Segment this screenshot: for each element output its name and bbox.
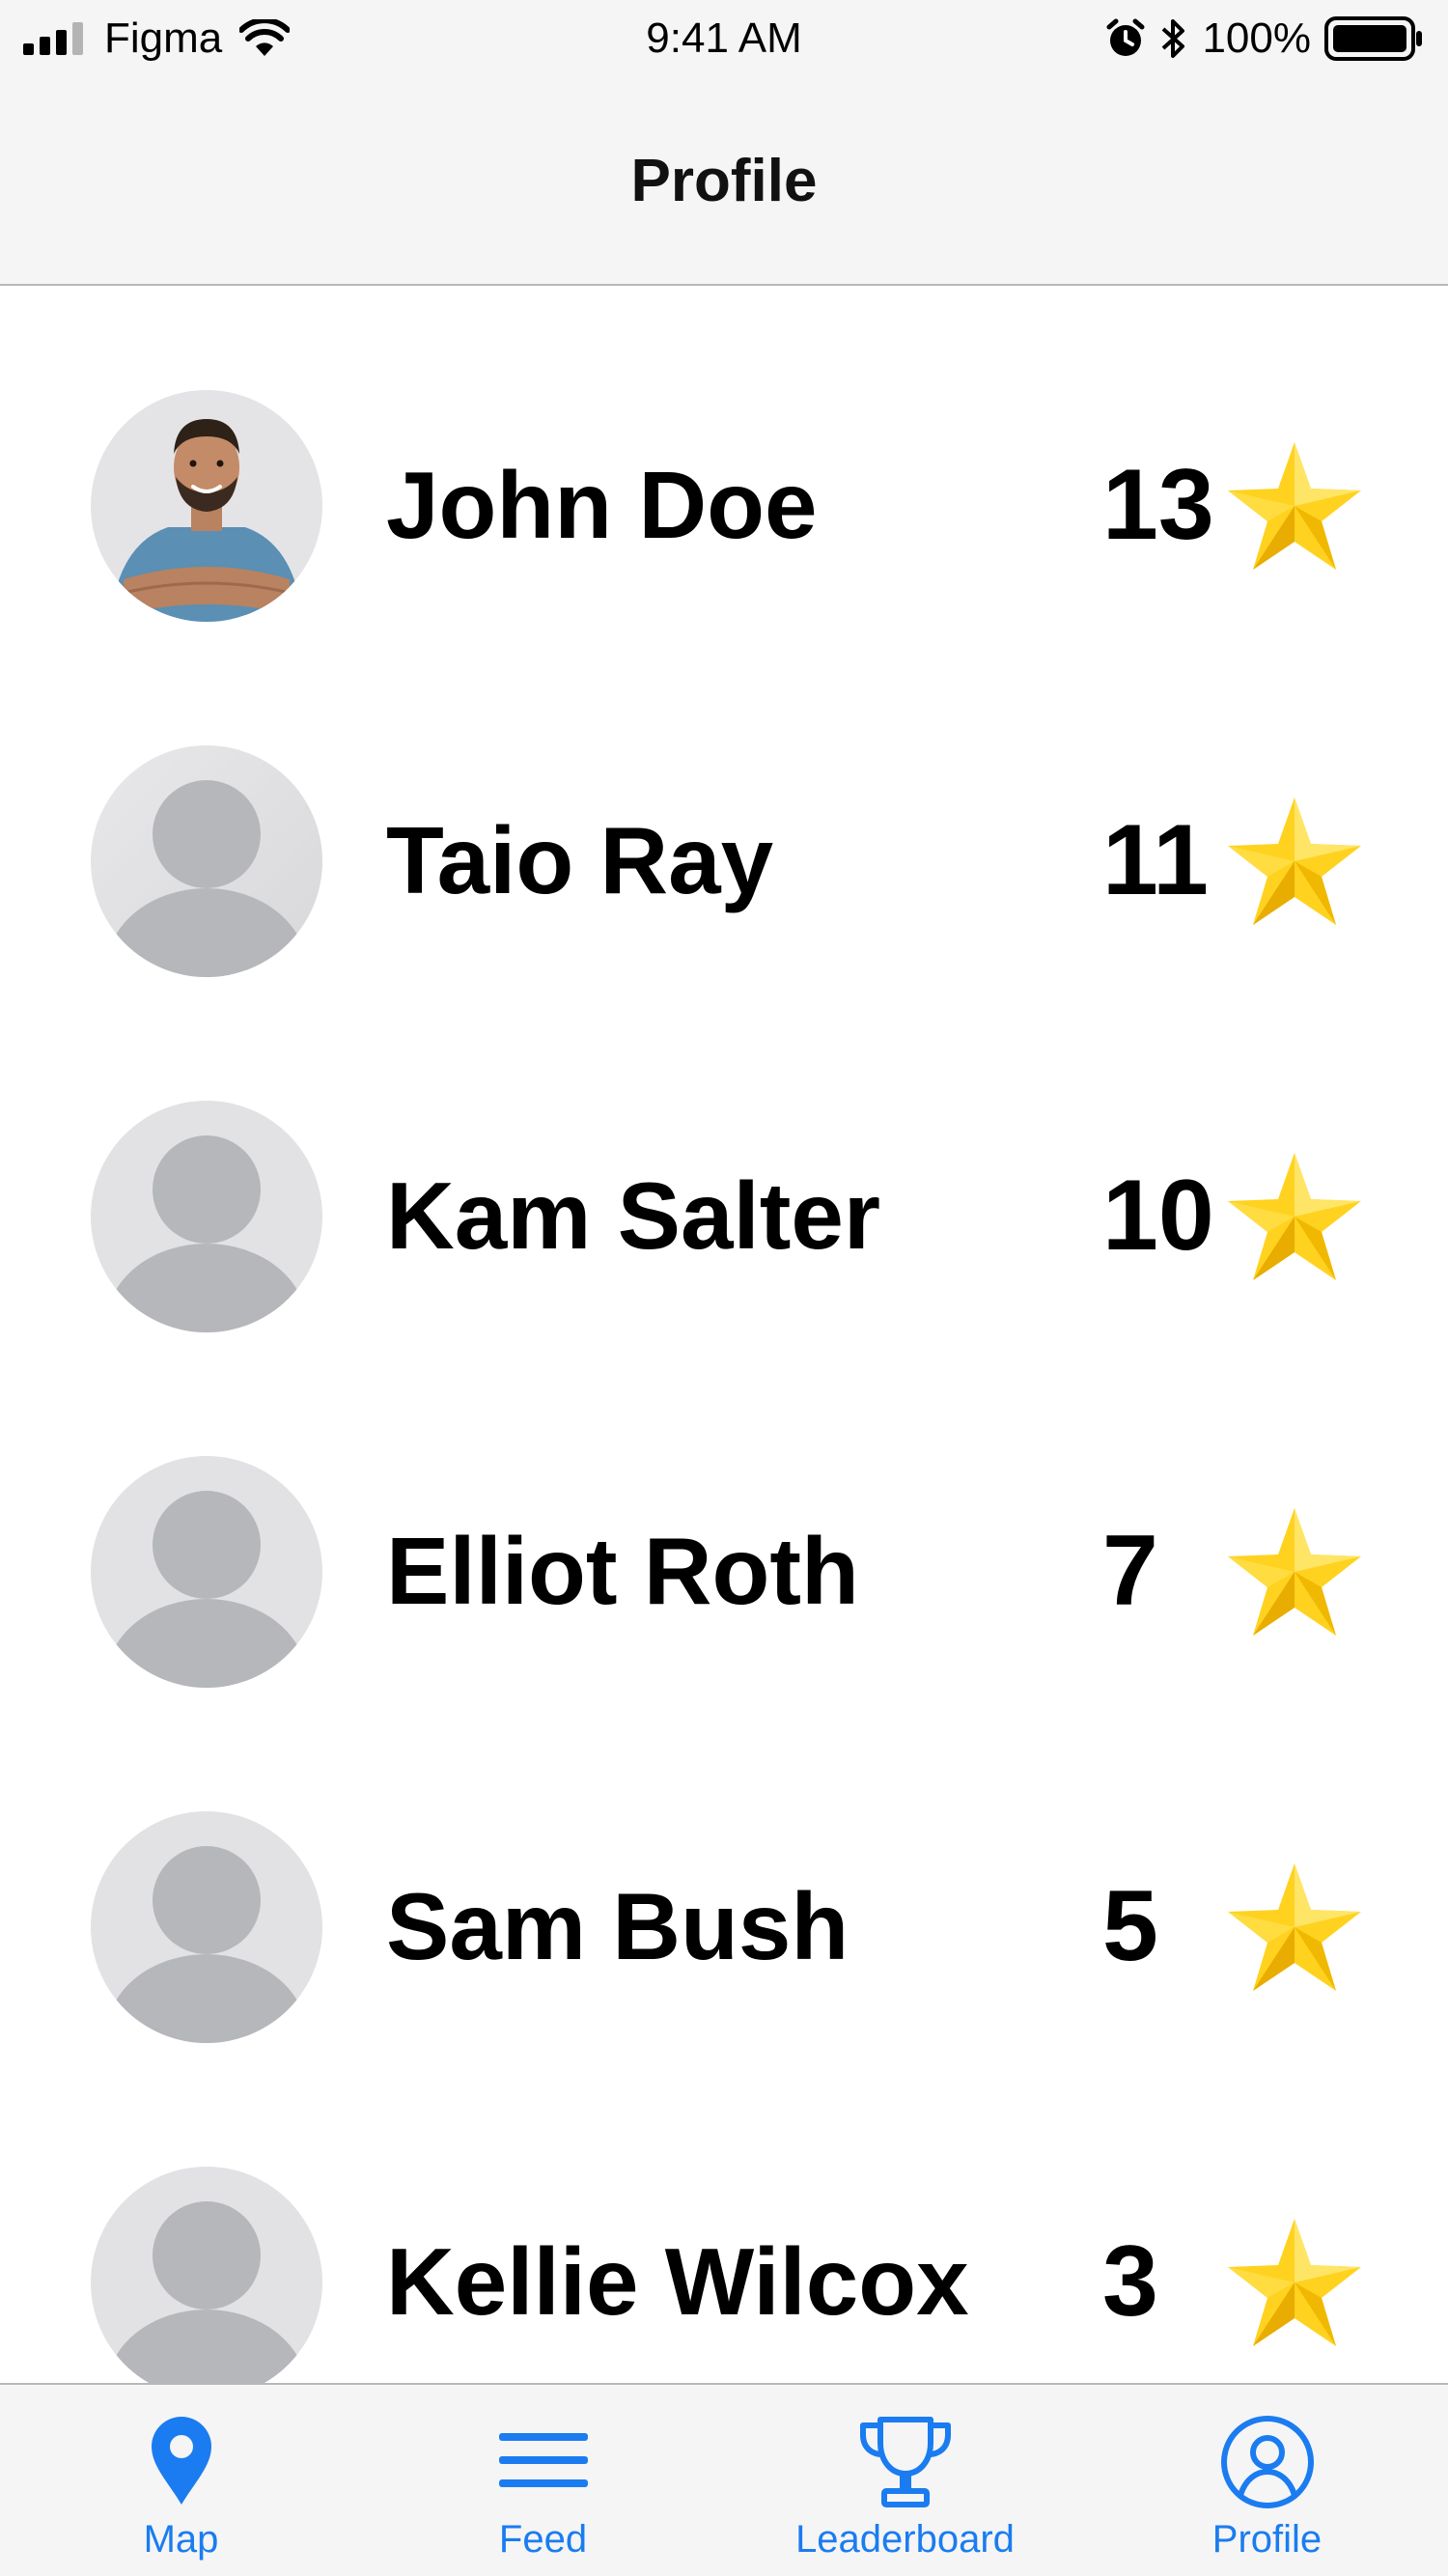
alarm-icon (1106, 18, 1145, 56)
tab-label: Profile (1211, 2518, 1323, 2561)
status-bar: Figma 9:41 AM 100% (0, 0, 1448, 77)
avatar (91, 1811, 322, 2043)
player-name: Taio Ray (386, 807, 774, 913)
player-name: Kellie Wilcox (386, 2228, 969, 2335)
tab-label: Feed (498, 2518, 588, 2561)
leaderboard-list[interactable]: John Doe 13 Taio Ray 11 Kam Salter 10 El… (0, 286, 1448, 2383)
player-name: Kam Salter (386, 1162, 881, 1269)
player-score: 7 (1102, 1515, 1158, 1627)
menu-lines-icon (362, 2414, 724, 2510)
avatar (91, 745, 322, 977)
list-item[interactable]: Kam Salter 10 (0, 1066, 1448, 1421)
avatar (91, 1456, 322, 1688)
status-right: 100% (1105, 14, 1425, 64)
trophy-icon (724, 2414, 1086, 2510)
avatar (91, 1101, 322, 1332)
tab-label: Map (143, 2518, 219, 2561)
list-item[interactable]: Taio Ray 11 (0, 711, 1448, 1066)
player-score: 5 (1102, 1870, 1158, 1982)
star-icon (1228, 798, 1361, 925)
player-score: 11 (1102, 804, 1209, 916)
tab-map[interactable]: Map (0, 2385, 362, 2576)
tab-label: Leaderboard (795, 2518, 1015, 2561)
status-time: 9:41 AM (646, 14, 802, 62)
tab-bar: Map Feed Leaderboard Profile (0, 2383, 1448, 2576)
tab-feed[interactable]: Feed (362, 2385, 724, 2576)
player-name: John Doe (386, 452, 818, 558)
player-score: 3 (1102, 2226, 1158, 2338)
player-score: 10 (1102, 1160, 1214, 1272)
player-score: 13 (1102, 449, 1214, 561)
map-pin-icon (0, 2414, 362, 2510)
list-item[interactable]: Sam Bush 5 (0, 1777, 1448, 2132)
bluetooth-icon (1162, 19, 1185, 58)
battery-percent: 100% (1202, 14, 1311, 62)
battery-icon (1324, 16, 1422, 61)
avatar (91, 2167, 322, 2383)
list-item[interactable]: John Doe 13 (0, 355, 1448, 711)
star-icon (1228, 1153, 1361, 1280)
list-item[interactable]: Elliot Roth 7 (0, 1421, 1448, 1777)
player-name: Elliot Roth (386, 1518, 859, 1624)
player-name: Sam Bush (386, 1873, 849, 1979)
user-circle-icon (1086, 2414, 1448, 2510)
star-icon (1228, 1508, 1361, 1636)
tab-leaderboard[interactable]: Leaderboard (724, 2385, 1086, 2576)
star-icon (1228, 2219, 1361, 2346)
star-icon (1228, 442, 1361, 570)
tab-profile[interactable]: Profile (1086, 2385, 1448, 2576)
profile-screen: Figma 9:41 AM 100% Profile John Doe 13 T… (0, 0, 1448, 2576)
page-title: Profile (630, 148, 818, 214)
avatar (91, 390, 322, 622)
navigation-bar: Profile (0, 77, 1448, 286)
list-item[interactable]: Kellie Wilcox 3 (0, 2132, 1448, 2383)
star-icon (1228, 1863, 1361, 1991)
